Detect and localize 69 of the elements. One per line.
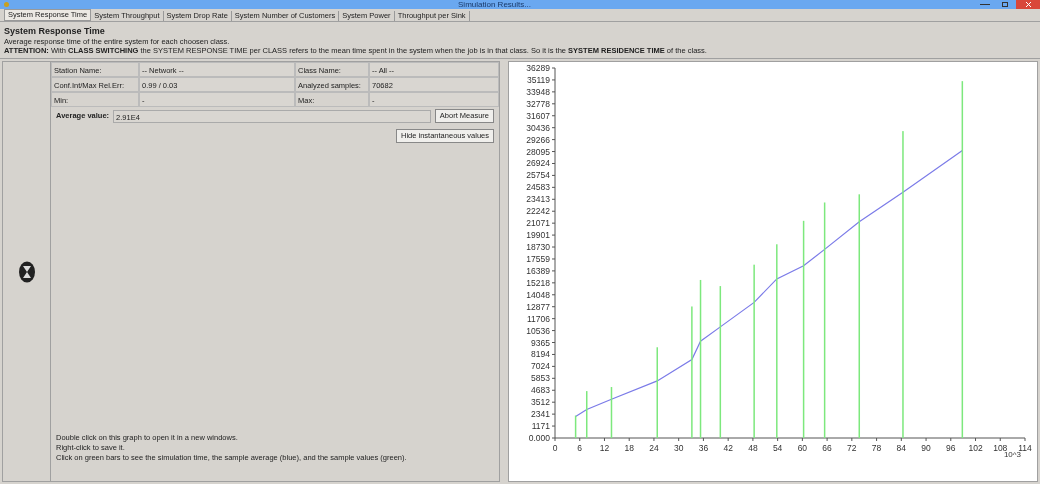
y-tick-label: 14048 [526,289,550,300]
y-tick-label: 16389 [526,265,550,276]
y-tick-label: 4683 [531,385,550,396]
y-tick-label: 21071 [526,218,550,229]
x-tick-label: 60 [797,443,808,453]
close-button[interactable] [1016,0,1040,9]
y-tick-label: 31607 [526,110,550,121]
y-tick-label: 3512 [531,397,550,408]
x-tick-label: 48 [748,443,758,453]
y-tick-label: 7024 [531,361,550,372]
sample-bar[interactable] [961,81,964,438]
sample-bar[interactable] [699,279,702,438]
sample-bar[interactable] [610,387,613,438]
y-tick-label: 0.000 [528,433,550,443]
x-tick-label: 24 [649,443,659,453]
minimize-button[interactable] [980,4,990,5]
y-tick-label: 1171 [531,421,550,432]
sample-bar[interactable] [823,202,826,438]
y-tick-label: 22242 [526,206,550,217]
y-tick-label: 15218 [526,277,550,288]
y-tick-label: 17559 [526,253,550,264]
x-tick-label: 66 [822,443,832,453]
hourglass-icon [17,260,36,283]
sample-bar[interactable] [574,415,577,438]
line-chart[interactable] [508,61,1038,482]
x-tick-label: 6 [577,443,583,453]
y-tick-label: 10536 [526,325,550,336]
y-tick-label: 36289 [526,63,550,73]
x-tick-label: 102 [968,443,983,453]
x-unit-label: 10^3 [1003,450,1021,458]
sample-bar[interactable] [719,286,722,438]
x-tick-label: 18 [624,443,634,453]
x-tick-label: 12 [599,443,610,453]
y-tick-label: 2341 [531,409,550,420]
x-tick-label: 0 [552,443,558,453]
y-tick-label: 18730 [526,242,550,253]
sample-bar[interactable] [802,220,805,438]
x-tick-label: 42 [723,443,733,453]
x-tick-label: 90 [921,443,931,453]
x-tick-label: 72 [847,443,857,453]
y-tick-label: 30436 [526,122,550,133]
y-tick-label: 35119 [527,74,550,85]
close-icon [1025,2,1031,7]
y-tick-label: 11706 [527,313,550,324]
y-tick-label: 24583 [526,182,550,193]
y-tick-label: 26924 [526,158,550,169]
x-tick-label: 84 [896,443,907,453]
y-tick-label: 28095 [526,146,550,157]
y-tick-label: 29266 [526,134,550,145]
maximize-button[interactable] [1002,2,1008,7]
y-tick-label: 25754 [526,170,550,181]
x-tick-label: 36 [698,443,709,453]
x-tick-label: 78 [871,443,882,453]
y-tick-label: 32778 [526,98,550,109]
y-tick-label: 19901 [526,230,550,241]
y-tick-label: 9365 [531,337,550,348]
x-tick-label: 108 [993,443,1008,453]
app-icon [4,2,9,7]
x-tick-label: 96 [946,443,956,453]
y-tick-label: 12877 [526,301,550,312]
y-tick-label: 8194 [531,349,550,360]
x-tick-label: 54 [772,443,783,453]
section-title: System Response Time [4,26,106,37]
y-tick-label: 5853 [531,373,550,384]
y-tick-label: 23413 [526,194,550,205]
x-tick-label: 30 [673,443,684,453]
window-title: Simulation Results... [457,0,532,9]
x-tick-label: 114 [1018,443,1032,453]
y-tick-label: 33948 [526,86,550,97]
